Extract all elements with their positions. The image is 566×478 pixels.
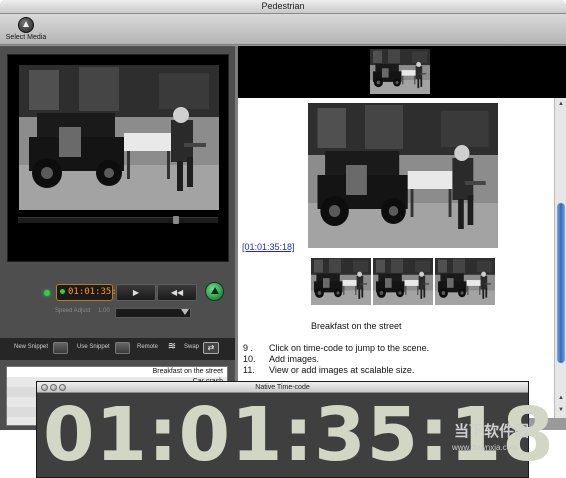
step-number: 10.	[243, 354, 256, 364]
select-media-button[interactable]: Select Media	[3, 16, 49, 44]
step-number: 11.	[243, 365, 255, 375]
document-thumbnail[interactable]	[311, 258, 371, 305]
step-item: 11. View or add images at scalable size.	[243, 365, 429, 376]
strip-thumbnail[interactable]	[370, 49, 430, 94]
speed-adjust-label: Speed Adjust	[55, 308, 91, 314]
step-item: 9 . Click on time-code to jump to the sce…	[243, 343, 429, 354]
title-bar[interactable]: Pedestrian	[0, 0, 566, 106]
select-media-label: Select Media	[5, 34, 47, 41]
play-icon: ▶	[132, 288, 140, 297]
notes-document[interactable]: [01:01:35:18] Breakfast on the street 9 …	[238, 98, 554, 418]
watermark-title: 当下软件园	[454, 423, 530, 440]
speed-adjust-value: 1.00	[98, 308, 110, 314]
timecode-dot	[60, 289, 65, 294]
scroll-down-icon[interactable]: ▼	[557, 406, 565, 414]
timecode-link[interactable]: [01:01:35:18]	[242, 242, 295, 252]
native-timecode-title: Native Time-code	[255, 384, 310, 391]
use-snippet-label: Use Snippet	[77, 344, 110, 350]
step-number: 9 .	[243, 343, 254, 353]
use-snippet-button[interactable]	[115, 342, 130, 354]
snippet-item[interactable]: Breakfast on the street	[7, 367, 227, 377]
new-snippet-button[interactable]	[53, 342, 68, 354]
swap-icon[interactable]: ⇄	[203, 342, 219, 354]
thumbnail-strip	[238, 46, 566, 98]
remote-label: Remote	[137, 344, 159, 350]
swap-label: Swap	[184, 344, 200, 350]
document-scrollbar[interactable]: ▲ ▲ ▼	[554, 98, 566, 418]
window-title-text: Pedestrian	[261, 1, 305, 11]
window-title: Pedestrian	[0, 1, 566, 106]
watermark-logo: 当下软件园 www.downxia.com	[430, 418, 550, 458]
step-text: Click on time-code to jump to the scene.	[269, 343, 430, 353]
rewind-button[interactable]: ◀◀	[157, 284, 197, 301]
timecode-display[interactable]: 01:01:35:18	[56, 284, 128, 301]
speed-slider-knob[interactable]	[181, 309, 189, 315]
document-thumbnail[interactable]	[435, 258, 495, 305]
minimize-button[interactable]	[50, 384, 57, 391]
video-scrubber[interactable]	[18, 216, 218, 224]
speed-slider[interactable]	[115, 308, 191, 318]
step-list: 9 . Click on time-code to jump to the sce…	[243, 343, 429, 376]
video-frame-image	[19, 65, 219, 210]
eject-icon	[18, 17, 34, 33]
scrubber-knob[interactable]	[173, 216, 179, 224]
main-window: Pedestrian Select Media 01:01:35:18 ▶ ◀◀…	[0, 0, 566, 430]
image-caption: Breakfast on the street	[311, 321, 402, 331]
play-button[interactable]: ▶	[116, 284, 156, 301]
player-pane: 01:01:35:18 ▶ ◀◀ Speed Adjust 1.00 New S…	[0, 46, 235, 430]
watermark-url: www.downxia.com	[452, 443, 518, 452]
speed-adjust-row: Speed Adjust 1.00	[0, 306, 235, 320]
transport-controls: 01:01:35:18 ▶ ◀◀	[0, 282, 235, 304]
zoom-button[interactable]	[59, 384, 66, 391]
status-led	[44, 290, 50, 296]
document-main-image[interactable]	[308, 103, 498, 248]
document-thumbnail[interactable]	[373, 258, 433, 305]
video-viewer[interactable]	[7, 54, 229, 262]
step-text: Add images.	[269, 354, 320, 364]
snippet-toolbar: New Snippet Use Snippet Remote ≋ Swap ⇄	[0, 338, 235, 360]
close-button[interactable]	[41, 384, 48, 391]
new-snippet-label: New Snippet	[14, 344, 49, 350]
go-up-button[interactable]	[205, 282, 224, 301]
remote-wifi-icon[interactable]: ≋	[166, 341, 178, 353]
step-item: 10. Add images.	[243, 354, 429, 365]
scroll-up-icon[interactable]: ▲	[557, 394, 565, 402]
scroll-up-icon[interactable]: ▲	[557, 100, 565, 108]
step-text: View or add images at scalable size.	[269, 365, 415, 375]
toolbar: Select Media	[0, 14, 566, 45]
scrollbar-thumb[interactable]	[557, 203, 565, 363]
rewind-icon: ◀◀	[170, 288, 184, 297]
